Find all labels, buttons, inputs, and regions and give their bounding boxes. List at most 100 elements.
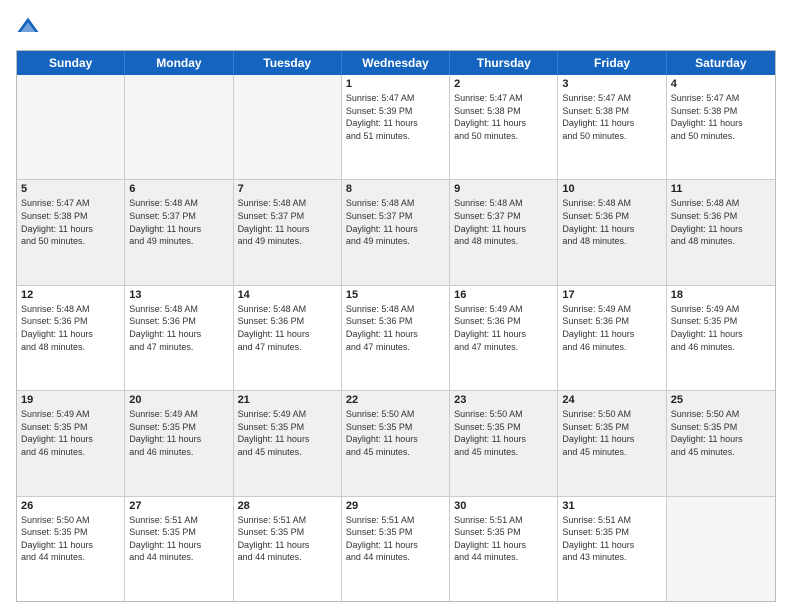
- cell-content: Sunrise: 5:49 AM Sunset: 5:36 PM Dayligh…: [454, 303, 553, 353]
- day-number: 13: [129, 289, 228, 301]
- day-number: 23: [454, 394, 553, 406]
- header: [16, 16, 776, 40]
- cell-content: Sunrise: 5:49 AM Sunset: 5:35 PM Dayligh…: [238, 408, 337, 458]
- calendar-cell: 26 Sunrise: 5:50 AM Sunset: 5:35 PM Dayli…: [17, 497, 125, 601]
- calendar-cell: 10 Sunrise: 5:48 AM Sunset: 5:36 PM Dayli…: [558, 180, 666, 284]
- cell-content: Sunrise: 5:49 AM Sunset: 5:35 PM Dayligh…: [671, 303, 771, 353]
- cell-content: Sunrise: 5:51 AM Sunset: 5:35 PM Dayligh…: [346, 514, 445, 564]
- cell-content: Sunrise: 5:48 AM Sunset: 5:36 PM Dayligh…: [129, 303, 228, 353]
- cell-content: Sunrise: 5:48 AM Sunset: 5:36 PM Dayligh…: [346, 303, 445, 353]
- calendar-cell: 12 Sunrise: 5:48 AM Sunset: 5:36 PM Dayli…: [17, 286, 125, 390]
- day-number: 17: [562, 289, 661, 301]
- cell-content: Sunrise: 5:51 AM Sunset: 5:35 PM Dayligh…: [562, 514, 661, 564]
- cell-content: Sunrise: 5:50 AM Sunset: 5:35 PM Dayligh…: [454, 408, 553, 458]
- day-header-sunday: Sunday: [17, 51, 125, 75]
- cell-content: Sunrise: 5:48 AM Sunset: 5:36 PM Dayligh…: [562, 197, 661, 247]
- cell-content: Sunrise: 5:51 AM Sunset: 5:35 PM Dayligh…: [454, 514, 553, 564]
- day-number: 6: [129, 183, 228, 195]
- calendar-cell: 14 Sunrise: 5:48 AM Sunset: 5:36 PM Dayli…: [234, 286, 342, 390]
- calendar-cell: 21 Sunrise: 5:49 AM Sunset: 5:35 PM Dayli…: [234, 391, 342, 495]
- day-header-saturday: Saturday: [667, 51, 775, 75]
- day-header-wednesday: Wednesday: [342, 51, 450, 75]
- calendar-body: 1 Sunrise: 5:47 AM Sunset: 5:39 PM Daylig…: [17, 75, 775, 601]
- cell-content: Sunrise: 5:48 AM Sunset: 5:37 PM Dayligh…: [454, 197, 553, 247]
- day-number: 15: [346, 289, 445, 301]
- calendar-cell: 15 Sunrise: 5:48 AM Sunset: 5:36 PM Dayli…: [342, 286, 450, 390]
- cell-content: Sunrise: 5:48 AM Sunset: 5:37 PM Dayligh…: [129, 197, 228, 247]
- day-number: 3: [562, 78, 661, 90]
- day-number: 29: [346, 500, 445, 512]
- day-header-tuesday: Tuesday: [234, 51, 342, 75]
- calendar-cell: 13 Sunrise: 5:48 AM Sunset: 5:36 PM Dayli…: [125, 286, 233, 390]
- cell-content: Sunrise: 5:47 AM Sunset: 5:38 PM Dayligh…: [454, 92, 553, 142]
- day-number: 9: [454, 183, 553, 195]
- cell-content: Sunrise: 5:47 AM Sunset: 5:38 PM Dayligh…: [21, 197, 120, 247]
- day-number: 31: [562, 500, 661, 512]
- day-number: 26: [21, 500, 120, 512]
- calendar-cell: 25 Sunrise: 5:50 AM Sunset: 5:35 PM Dayli…: [667, 391, 775, 495]
- day-header-thursday: Thursday: [450, 51, 558, 75]
- cell-content: Sunrise: 5:47 AM Sunset: 5:39 PM Dayligh…: [346, 92, 445, 142]
- day-number: 19: [21, 394, 120, 406]
- cell-content: Sunrise: 5:48 AM Sunset: 5:36 PM Dayligh…: [238, 303, 337, 353]
- cell-content: Sunrise: 5:50 AM Sunset: 5:35 PM Dayligh…: [346, 408, 445, 458]
- cell-content: Sunrise: 5:49 AM Sunset: 5:36 PM Dayligh…: [562, 303, 661, 353]
- calendar-cell: [125, 75, 233, 179]
- day-number: 7: [238, 183, 337, 195]
- calendar-cell: [234, 75, 342, 179]
- calendar-cell: 18Sunrise: 5:49 AM Sunset: 5:35 PM Dayli…: [667, 286, 775, 390]
- calendar-cell: 27 Sunrise: 5:51 AM Sunset: 5:35 PM Dayli…: [125, 497, 233, 601]
- logo: [16, 16, 44, 40]
- day-number: 12: [21, 289, 120, 301]
- calendar-week-1: 1 Sunrise: 5:47 AM Sunset: 5:39 PM Daylig…: [17, 75, 775, 179]
- day-number: 10: [562, 183, 661, 195]
- day-number: 5: [21, 183, 120, 195]
- cell-content: Sunrise: 5:48 AM Sunset: 5:36 PM Dayligh…: [671, 197, 771, 247]
- calendar-cell: [17, 75, 125, 179]
- calendar-cell: 31 Sunrise: 5:51 AM Sunset: 5:35 PM Dayli…: [558, 497, 666, 601]
- calendar-week-4: 19 Sunrise: 5:49 AM Sunset: 5:35 PM Dayli…: [17, 390, 775, 495]
- calendar-cell: 24 Sunrise: 5:50 AM Sunset: 5:35 PM Dayli…: [558, 391, 666, 495]
- calendar-cell: 20 Sunrise: 5:49 AM Sunset: 5:35 PM Dayli…: [125, 391, 233, 495]
- day-header-monday: Monday: [125, 51, 233, 75]
- cell-content: Sunrise: 5:51 AM Sunset: 5:35 PM Dayligh…: [238, 514, 337, 564]
- calendar: SundayMondayTuesdayWednesdayThursdayFrid…: [16, 50, 776, 602]
- day-number: 21: [238, 394, 337, 406]
- calendar-cell: 9 Sunrise: 5:48 AM Sunset: 5:37 PM Daylig…: [450, 180, 558, 284]
- cell-content: Sunrise: 5:50 AM Sunset: 5:35 PM Dayligh…: [671, 408, 771, 458]
- day-number: 24: [562, 394, 661, 406]
- cell-content: Sunrise: 5:49 AM Sunset: 5:35 PM Dayligh…: [21, 408, 120, 458]
- day-number: 8: [346, 183, 445, 195]
- calendar-cell: 7 Sunrise: 5:48 AM Sunset: 5:37 PM Daylig…: [234, 180, 342, 284]
- calendar-cell: 16Sunrise: 5:49 AM Sunset: 5:36 PM Dayli…: [450, 286, 558, 390]
- cell-content: Sunrise: 5:49 AM Sunset: 5:35 PM Dayligh…: [129, 408, 228, 458]
- calendar-cell: 19 Sunrise: 5:49 AM Sunset: 5:35 PM Dayli…: [17, 391, 125, 495]
- day-number: 25: [671, 394, 771, 406]
- day-number: 22: [346, 394, 445, 406]
- calendar-week-5: 26 Sunrise: 5:50 AM Sunset: 5:35 PM Dayli…: [17, 496, 775, 601]
- cell-content: Sunrise: 5:47 AM Sunset: 5:38 PM Dayligh…: [671, 92, 771, 142]
- day-number: 14: [238, 289, 337, 301]
- calendar-cell: 17 Sunrise: 5:49 AM Sunset: 5:36 PM Dayli…: [558, 286, 666, 390]
- calendar-week-2: 5 Sunrise: 5:47 AM Sunset: 5:38 PM Daylig…: [17, 179, 775, 284]
- day-number: 27: [129, 500, 228, 512]
- day-number: 1: [346, 78, 445, 90]
- calendar-cell: 6 Sunrise: 5:48 AM Sunset: 5:37 PM Daylig…: [125, 180, 233, 284]
- logo-icon: [16, 16, 40, 40]
- cell-content: Sunrise: 5:47 AM Sunset: 5:38 PM Dayligh…: [562, 92, 661, 142]
- day-header-friday: Friday: [558, 51, 666, 75]
- day-number: 30: [454, 500, 553, 512]
- cell-content: Sunrise: 5:50 AM Sunset: 5:35 PM Dayligh…: [562, 408, 661, 458]
- cell-content: Sunrise: 5:50 AM Sunset: 5:35 PM Dayligh…: [21, 514, 120, 564]
- cell-content: Sunrise: 5:48 AM Sunset: 5:36 PM Dayligh…: [21, 303, 120, 353]
- calendar-cell: 4Sunrise: 5:47 AM Sunset: 5:38 PM Daylig…: [667, 75, 775, 179]
- calendar-cell: 28 Sunrise: 5:51 AM Sunset: 5:35 PM Dayli…: [234, 497, 342, 601]
- calendar-cell: 30 Sunrise: 5:51 AM Sunset: 5:35 PM Dayli…: [450, 497, 558, 601]
- cell-content: Sunrise: 5:48 AM Sunset: 5:37 PM Dayligh…: [238, 197, 337, 247]
- calendar-cell: 23 Sunrise: 5:50 AM Sunset: 5:35 PM Dayli…: [450, 391, 558, 495]
- cell-content: Sunrise: 5:51 AM Sunset: 5:35 PM Dayligh…: [129, 514, 228, 564]
- page: SundayMondayTuesdayWednesdayThursdayFrid…: [0, 0, 792, 612]
- calendar-cell: [667, 497, 775, 601]
- day-number: 20: [129, 394, 228, 406]
- day-number: 28: [238, 500, 337, 512]
